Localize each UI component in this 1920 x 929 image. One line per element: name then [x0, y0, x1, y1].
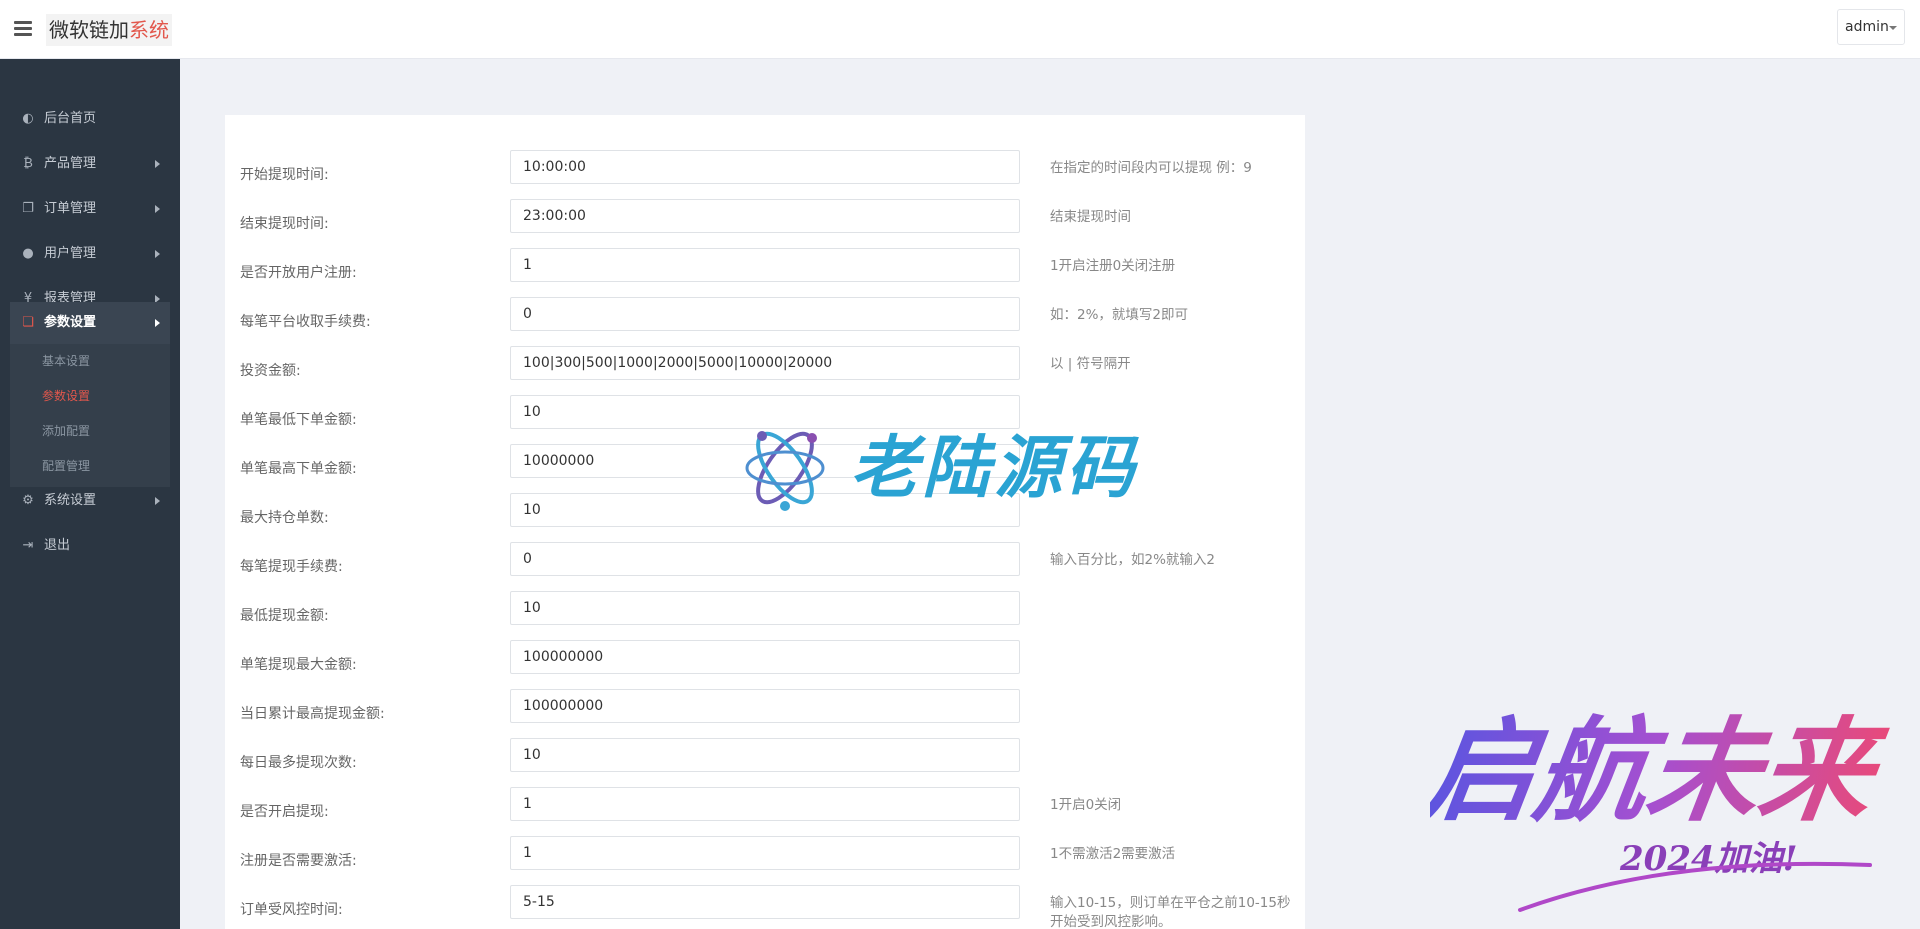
- sidebar-item-label: 后台首页: [44, 111, 97, 126]
- gears-icon: ⚙: [22, 493, 34, 508]
- risk-control-time-input[interactable]: [510, 885, 1020, 919]
- copy-icon: ❐: [22, 201, 34, 216]
- withdraw-fee-input[interactable]: [510, 542, 1020, 576]
- form-row: 投资金额: 以 | 符号隔开: [225, 346, 1305, 395]
- slogan-sub-text: 2024加油!: [1619, 839, 1798, 879]
- brand-main: 微软链加: [49, 18, 129, 42]
- dashboard-icon: ◐: [22, 111, 34, 126]
- sidebar-item-label: 用户管理: [44, 246, 97, 261]
- sidebar-item-label: 产品管理: [44, 156, 97, 171]
- files-icon: ❏: [22, 315, 34, 330]
- max-single-withdraw-input[interactable]: [510, 640, 1020, 674]
- user-name: admin: [1845, 19, 1889, 35]
- menu-toggle-icon[interactable]: [14, 21, 32, 37]
- submenu-item-basic[interactable]: 基本设置: [42, 344, 90, 379]
- chevron-right-icon: [155, 205, 160, 213]
- field-label: 每日最多提现次数:: [240, 755, 357, 771]
- field-label: 每笔提现手续费:: [240, 559, 343, 575]
- open-registration-input[interactable]: [510, 248, 1020, 282]
- field-label: 是否开启提现:: [240, 804, 329, 820]
- registration-activation-input[interactable]: [510, 836, 1020, 870]
- slogan-swoosh: [1518, 861, 1872, 912]
- form-row: 当日累计最高提现金额:: [225, 689, 1305, 738]
- form-row: 每笔平台收取手续费: 如：2%，就填写2即可: [225, 297, 1305, 346]
- field-hint: 输入10-15，则订单在平仓之前10-15秒开始受到风控影响。: [1050, 895, 1291, 929]
- end-withdraw-time-input[interactable]: [510, 199, 1020, 233]
- submenu-item-params[interactable]: 参数设置: [42, 379, 90, 414]
- sidebar-item-label: 订单管理: [44, 201, 97, 216]
- app-logo[interactable]: 微软链加系统: [46, 14, 172, 46]
- watermark-logo-text: 老陆源码: [850, 429, 1139, 508]
- watermark-slogan: 启航未来 2024加油!: [1430, 705, 1894, 912]
- bitcoin-icon: ₿: [23, 156, 33, 171]
- field-hint: 结束提现时间: [1050, 209, 1131, 225]
- field-label: 单笔提现最大金额:: [240, 657, 357, 673]
- sidebar-item-users[interactable]: ● 用户管理: [10, 234, 170, 274]
- brand-accent: 系统: [129, 18, 169, 42]
- form-row: 订单受风控时间: 输入10-15，则订单在平仓之前10-15秒开始受到风控影响。: [225, 885, 1305, 929]
- sidebar-item-products[interactable]: ₿ 产品管理: [10, 144, 170, 184]
- field-label: 开始提现时间:: [240, 167, 329, 183]
- field-label: 每笔平台收取手续费:: [240, 314, 371, 330]
- caret-down-icon: [1889, 26, 1897, 30]
- field-label: 结束提现时间:: [240, 216, 329, 232]
- field-label: 注册是否需要激活:: [240, 853, 357, 869]
- field-hint: 1开启注册0关闭注册: [1050, 258, 1176, 274]
- form-row: 每笔提现手续费: 输入百分比，如2%就输入2: [225, 542, 1305, 591]
- field-hint: 输入百分比，如2%就输入2: [1050, 552, 1216, 568]
- form-row: 单笔提现最大金额:: [225, 640, 1305, 689]
- enable-withdraw-input[interactable]: [510, 787, 1020, 821]
- submenu-item-config-manage[interactable]: 配置管理: [42, 449, 90, 484]
- min-withdraw-input[interactable]: [510, 591, 1020, 625]
- chevron-right-icon: [155, 250, 160, 258]
- sidebar-item-home[interactable]: ◐ 后台首页: [10, 99, 170, 139]
- settings-panel: 开始提现时间: 在指定的时间段内可以提现 例：9 结束提现时间: 结束提现时间 …: [225, 115, 1305, 929]
- field-hint: 如：2%，就填写2即可: [1050, 307, 1189, 323]
- chevron-right-icon: [155, 319, 160, 327]
- sidebar: ◐ 后台首页 ₿ 产品管理 ❐ 订单管理 ● 用户管理 ¥ 报表管理 ❏ 参数设…: [0, 59, 180, 929]
- form-row: 是否开启提现: 1开启0关闭: [225, 787, 1305, 836]
- field-label: 当日累计最高提现金额:: [240, 706, 385, 722]
- top-header: 微软链加系统 admin: [0, 0, 1920, 59]
- field-label: 投资金额:: [240, 363, 301, 379]
- field-label: 是否开放用户注册:: [240, 265, 357, 281]
- form-row: 是否开放用户注册: 1开启注册0关闭注册: [225, 248, 1305, 297]
- field-label: 单笔最高下单金额:: [240, 461, 357, 477]
- sidebar-item-label: 参数设置: [44, 315, 97, 330]
- daily-withdraw-count-input[interactable]: [510, 738, 1020, 772]
- field-hint: 在指定的时间段内可以提现 例：9: [1050, 160, 1252, 176]
- field-label: 单笔最低下单金额:: [240, 412, 357, 428]
- field-label: 订单受风控时间:: [240, 902, 343, 918]
- daily-max-withdraw-input[interactable]: [510, 689, 1020, 723]
- sidebar-item-logout[interactable]: ⇥ 退出: [10, 526, 170, 566]
- start-withdraw-time-input[interactable]: [510, 150, 1020, 184]
- form-row: 开始提现时间: 在指定的时间段内可以提现 例：9: [225, 150, 1305, 199]
- chevron-right-icon: [155, 160, 160, 168]
- sign-out-icon: ⇥: [22, 538, 34, 553]
- form-row: 注册是否需要激活: 1不需激活2需要激活: [225, 836, 1305, 885]
- sidebar-item-system[interactable]: ⚙ 系统设置: [10, 481, 170, 521]
- sidebar-item-orders[interactable]: ❐ 订单管理: [10, 189, 170, 229]
- atom-logo-icon: [745, 431, 825, 511]
- platform-fee-input[interactable]: [510, 297, 1020, 331]
- form-row: 结束提现时间: 结束提现时间: [225, 199, 1305, 248]
- sidebar-submenu: 基本设置 参数设置 添加配置 配置管理: [10, 344, 170, 487]
- form-row: 每日最多提现次数:: [225, 738, 1305, 787]
- sidebar-item-params[interactable]: ❏ 参数设置: [10, 302, 170, 344]
- sidebar-item-label: 退出: [44, 538, 71, 553]
- field-hint: 以 | 符号隔开: [1050, 356, 1131, 372]
- form-row: 最低提现金额:: [225, 591, 1305, 640]
- sidebar-item-label: 系统设置: [44, 493, 97, 508]
- user-dropdown[interactable]: admin: [1837, 9, 1905, 45]
- watermark-logo: 老陆源码: [740, 418, 1180, 518]
- field-label: 最低提现金额:: [240, 608, 329, 624]
- investment-amount-input[interactable]: [510, 346, 1020, 380]
- submenu-item-add-config[interactable]: 添加配置: [42, 414, 90, 449]
- field-hint: 1不需激活2需要激活: [1050, 846, 1176, 862]
- user-icon: ●: [22, 246, 34, 261]
- field-hint: 1开启0关闭: [1050, 797, 1122, 813]
- slogan-main-text: 启航未来: [1430, 705, 1894, 837]
- chevron-right-icon: [155, 497, 160, 505]
- field-label: 最大持仓单数:: [240, 510, 329, 526]
